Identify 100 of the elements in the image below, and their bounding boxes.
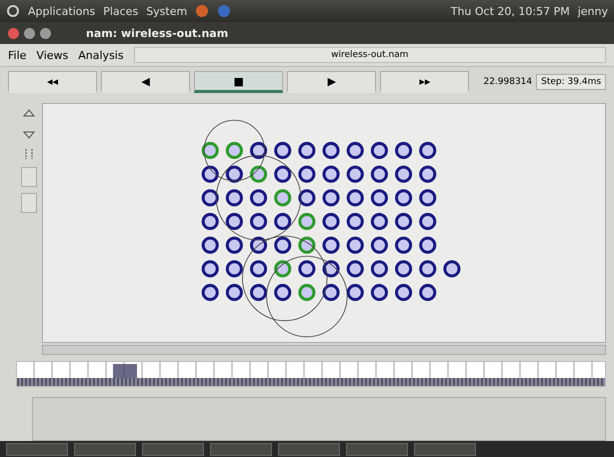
network-node[interactable] [298,189,316,206]
network-node[interactable] [322,166,340,183]
network-node[interactable] [274,212,292,230]
close-icon[interactable] [8,28,19,38]
network-node[interactable] [202,189,219,206]
timeline[interactable] [16,361,606,387]
network-node[interactable] [419,260,436,278]
network-node[interactable] [226,166,243,183]
network-node[interactable] [419,142,436,160]
network-node[interactable] [443,260,460,278]
network-node[interactable] [274,142,292,160]
menu-item[interactable]: Views [36,48,68,62]
network-node[interactable] [274,260,292,278]
taskbar-item[interactable] [210,442,272,456]
network-node[interactable] [346,260,364,278]
network-node[interactable] [419,212,436,230]
network-node[interactable] [395,236,412,254]
network-node[interactable] [322,212,340,230]
network-node[interactable] [322,189,340,206]
network-node[interactable] [346,166,364,183]
window-title: nam: wireless-out.nam [86,26,228,40]
user-name[interactable]: jenny [578,4,608,18]
taskbar-item[interactable] [278,442,340,456]
network-node[interactable] [226,212,243,230]
panel-menu[interactable]: Places [103,4,138,18]
network-node[interactable] [226,260,243,278]
network-node[interactable] [419,166,436,183]
network-node[interactable] [250,189,268,206]
network-node[interactable] [419,189,436,206]
network-node[interactable] [298,212,316,230]
network-node[interactable] [250,212,268,230]
playback-button[interactable]: ■ [194,71,284,93]
network-node[interactable] [370,236,388,254]
clock[interactable]: Thu Oct 20, 10:57 PM [450,4,570,18]
network-node[interactable] [419,236,436,254]
network-node[interactable] [322,142,340,160]
network-node[interactable] [346,236,364,254]
network-node[interactable] [395,142,412,160]
taskbar-item[interactable] [6,442,68,456]
network-node[interactable] [370,260,388,278]
network-node[interactable] [274,284,292,302]
network-node[interactable] [346,284,364,302]
taskbar-item[interactable] [414,442,476,456]
network-node[interactable] [250,236,268,254]
network-node[interactable] [370,284,388,302]
playback-button[interactable]: ▶ [287,71,376,93]
network-node[interactable] [274,236,292,254]
file-name: wireless-out.nam [134,47,606,63]
network-node[interactable] [202,142,219,160]
minimize-icon[interactable] [24,28,35,38]
playback-button[interactable]: ◀ [101,71,190,93]
network-node[interactable] [202,236,219,254]
maximize-icon[interactable] [40,28,51,38]
network-node[interactable] [346,212,364,230]
network-node[interactable] [250,260,268,278]
network-node[interactable] [274,166,292,183]
time-display: 22.998314 [483,77,532,87]
network-node[interactable] [298,284,316,302]
taskbar-item[interactable] [74,442,136,456]
network-node[interactable] [370,212,388,230]
network-node[interactable] [395,189,412,206]
network-node[interactable] [346,189,364,206]
menu-item[interactable]: Analysis [78,48,124,62]
network-node[interactable] [370,142,388,160]
network-node[interactable] [226,142,243,160]
taskbar-item[interactable] [346,442,408,456]
step-label: Step: 39.4ms [536,74,606,90]
network-node[interactable] [250,166,268,183]
playback-button[interactable]: ▸▸ [380,71,470,93]
network-node[interactable] [395,212,412,230]
menu-item[interactable]: File [8,48,26,62]
network-node[interactable] [370,189,388,206]
network-node[interactable] [395,260,412,278]
panel-menu[interactable]: Applications [28,4,96,18]
network-node[interactable] [298,260,316,278]
network-node[interactable] [250,142,268,160]
playback-button[interactable]: ◂◂ [8,71,98,93]
network-node[interactable] [298,236,316,254]
network-node[interactable] [298,166,316,183]
network-node[interactable] [322,260,340,278]
network-node[interactable] [226,236,243,254]
panel-menu[interactable]: System [146,4,188,18]
network-node[interactable] [202,284,219,302]
network-node[interactable] [419,284,436,302]
horizontal-scrollbar[interactable] [42,345,606,355]
network-node[interactable] [202,166,219,183]
network-node[interactable] [202,212,219,230]
network-node[interactable] [322,236,340,254]
network-node[interactable] [322,284,340,302]
network-node[interactable] [370,166,388,183]
taskbar-item[interactable] [142,442,204,456]
network-node[interactable] [202,260,219,278]
network-node[interactable] [346,142,364,160]
network-node[interactable] [250,284,268,302]
network-node[interactable] [226,189,243,206]
network-node[interactable] [395,284,412,302]
network-node[interactable] [298,142,316,160]
network-node[interactable] [395,166,412,183]
network-node[interactable] [226,284,243,302]
network-node[interactable] [274,189,292,206]
